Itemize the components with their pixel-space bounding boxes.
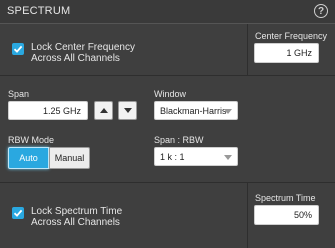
chevron-down-icon [224, 155, 232, 160]
center-frequency-input[interactable]: 1 GHz [254, 43, 319, 63]
divider [247, 183, 248, 248]
checkmark-icon [13, 209, 23, 217]
arrow-up-icon [100, 108, 108, 113]
spectrum-time-label: Spectrum Time [255, 193, 316, 203]
span-label: Span [8, 89, 30, 99]
checkmark-icon [13, 45, 23, 53]
panel-header: SPECTRUM ? [0, 0, 335, 24]
span-rbw-select[interactable]: 1 k : 1 [154, 147, 238, 166]
chevron-down-icon [224, 109, 232, 114]
window-label: Window [154, 89, 187, 99]
divider [0, 182, 335, 183]
divider [0, 75, 335, 76]
rbw-mode-auto-button[interactable]: Auto [8, 147, 49, 169]
help-icon[interactable]: ? [314, 4, 328, 18]
arrow-down-icon [124, 108, 132, 113]
rbw-mode-label: RBW Mode [8, 135, 55, 145]
panel-title: SPECTRUM [7, 5, 71, 17]
lock-center-frequency-checkbox[interactable] [12, 43, 24, 55]
span-input[interactable]: 1.25 GHz [8, 101, 88, 120]
rbw-mode-manual-button[interactable]: Manual [49, 147, 90, 169]
lock-center-frequency-label: Lock Center Frequency Across All Channel… [31, 42, 135, 64]
center-frequency-label: Center Frequency [255, 31, 328, 41]
lock-spectrum-time-checkbox[interactable] [12, 207, 24, 219]
window-select[interactable]: Blackman-Harris [154, 101, 238, 120]
spectrum-time-input[interactable]: 50% [254, 205, 319, 225]
span-increment-button[interactable] [94, 101, 113, 120]
divider [247, 24, 248, 75]
span-rbw-label: Span : RBW [154, 135, 204, 145]
span-decrement-button[interactable] [118, 101, 137, 120]
lock-spectrum-time-label: Lock Spectrum Time Across All Channels [31, 206, 123, 228]
